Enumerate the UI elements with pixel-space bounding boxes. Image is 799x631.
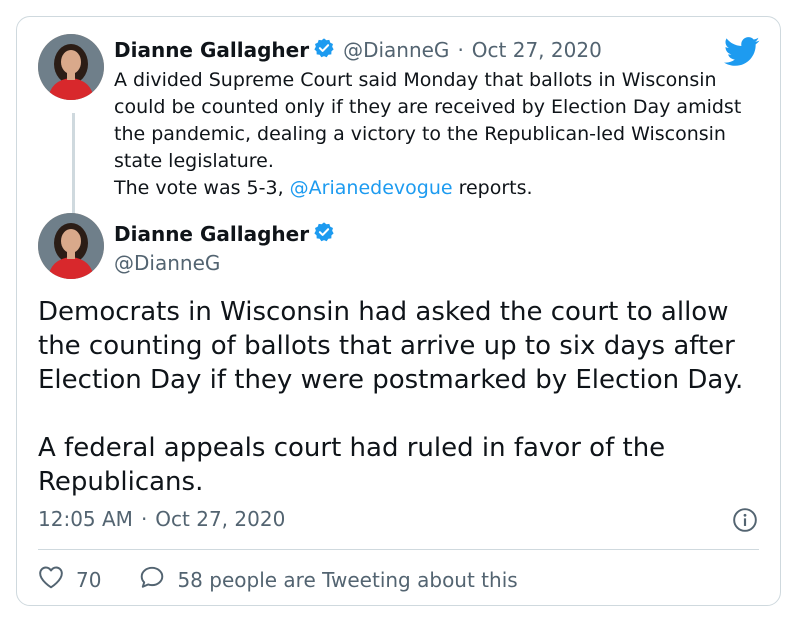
heart-icon bbox=[38, 565, 64, 594]
tweet-date: Oct 27, 2020 bbox=[155, 507, 286, 531]
main-tweet-text: Democrats in Wisconsin had asked the cou… bbox=[38, 295, 768, 499]
tweet-date[interactable]: Oct 27, 2020 bbox=[472, 38, 602, 62]
like-button[interactable]: 70 bbox=[38, 565, 101, 594]
tweeting-about-link[interactable]: 58 people are Tweeting about this bbox=[139, 565, 518, 594]
reply-text-body: A divided Supreme Court said Monday that… bbox=[114, 69, 742, 172]
thread-line bbox=[72, 113, 75, 221]
tweet-paragraph: Democrats in Wisconsin had asked the cou… bbox=[38, 297, 744, 395]
divider bbox=[38, 549, 759, 550]
author-handle[interactable]: @DianneG bbox=[343, 38, 449, 62]
mention-link[interactable]: @Arianedevogue bbox=[290, 177, 453, 199]
verified-badge-icon bbox=[313, 37, 335, 63]
reply-text-line2-prefix: The vote was 5-3, bbox=[114, 177, 290, 199]
tweeting-about-text: 58 people are Tweeting about this bbox=[177, 567, 518, 592]
tweet-time: 12:05 AM bbox=[38, 507, 133, 531]
verified-badge-icon bbox=[313, 221, 335, 247]
tweet-timestamp[interactable]: 12:05 AM · Oct 27, 2020 bbox=[38, 507, 285, 531]
tweet-card: Dianne Gallagher @DianneG · Oct 27, 2020… bbox=[16, 16, 781, 606]
like-count: 70 bbox=[76, 567, 102, 592]
reply-header: Dianne Gallagher @DianneG · Oct 27, 2020 bbox=[114, 37, 602, 63]
avatar[interactable] bbox=[38, 213, 104, 279]
author-name[interactable]: Dianne Gallagher bbox=[114, 222, 309, 246]
main-tweet-header: Dianne Gallagher @DianneG bbox=[114, 221, 335, 275]
twitter-bird-icon[interactable] bbox=[724, 37, 760, 71]
info-icon[interactable] bbox=[732, 507, 758, 537]
author-handle[interactable]: @DianneG bbox=[114, 251, 335, 275]
reply-text-line2-suffix: reports. bbox=[452, 177, 533, 199]
separator: · bbox=[140, 507, 148, 531]
avatar[interactable] bbox=[38, 34, 104, 100]
speech-bubble-icon bbox=[139, 565, 165, 594]
tweet-actions: 70 58 people are Tweeting about this bbox=[38, 565, 518, 594]
author-name[interactable]: Dianne Gallagher bbox=[114, 38, 309, 62]
reply-tweet-text: A divided Supreme Court said Monday that… bbox=[114, 67, 754, 202]
tweet-paragraph: A federal appeals court had ruled in fav… bbox=[38, 433, 666, 497]
separator: · bbox=[457, 38, 464, 62]
